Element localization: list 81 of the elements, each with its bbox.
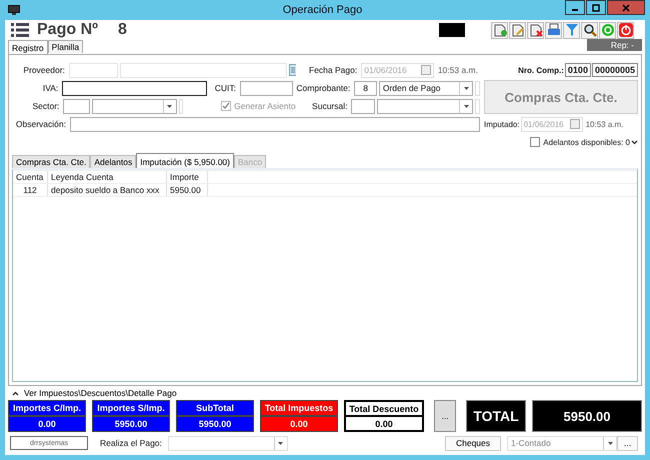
field-label: Comprobante: (295, 83, 350, 93)
menu-icon[interactable] (11, 23, 29, 37)
column-header[interactable]: Importe (167, 171, 208, 183)
input-field[interactable] (62, 80, 207, 96)
total-label: Total Impuestos (261, 401, 337, 417)
search-icon[interactable] (581, 22, 598, 38)
total-label: TOTAL (466, 400, 526, 432)
tab[interactable]: Planilla (48, 40, 84, 53)
field-label: Sector: (31, 101, 60, 111)
window-title: Operación Pago (282, 4, 364, 16)
field-label: Nro. Comp.: (518, 66, 564, 74)
close-icon (622, 4, 630, 12)
payment-method-dropdown[interactable]: 1-Contado (507, 436, 617, 450)
notes-field[interactable] (70, 116, 480, 132)
minimize-button[interactable] (565, 0, 585, 15)
voucher-number: 00000005 (592, 63, 638, 77)
table-cell: 5950.00 (167, 184, 208, 196)
delete-icon[interactable] (527, 22, 544, 38)
maximize-button[interactable] (586, 0, 606, 15)
time-field[interactable]: 10:53 a.m. (436, 65, 480, 75)
lookup-icon[interactable] (288, 64, 296, 76)
check-icon (222, 102, 230, 110)
total-label: SubTotal (177, 401, 253, 417)
calendar-icon[interactable] (570, 119, 580, 129)
power-icon[interactable] (617, 22, 634, 38)
more-button[interactable]: ... (434, 400, 456, 432)
table-cell: 112 (13, 184, 48, 196)
new-document-icon[interactable] (491, 22, 508, 38)
status-block (439, 23, 465, 37)
total-value: 5950.00 (114, 418, 148, 431)
cheques-button[interactable]: Cheques (445, 436, 501, 450)
field-label: IVA: (42, 83, 58, 93)
total-value: 0.00 (374, 418, 394, 430)
tab[interactable]: Adelantos (90, 155, 136, 168)
dropdown-arrow-icon (464, 86, 469, 90)
input-field[interactable] (240, 80, 294, 96)
total-label: Importes S/Imp. (93, 401, 169, 417)
total-label: Importes C/Imp. (9, 401, 85, 417)
field-label: CUIT: (214, 83, 236, 93)
rep-badge: Rep: - (586, 39, 642, 51)
monitor-icon (8, 5, 20, 15)
total-value: 5950.00 (198, 418, 232, 431)
chevron-down-icon[interactable] (631, 140, 638, 144)
input-field[interactable] (351, 98, 375, 114)
time-field[interactable]: 10:53 a.m. (584, 120, 626, 128)
total-value: 0.00 (289, 418, 309, 431)
dropdown-arrow-icon (464, 104, 469, 108)
tab[interactable]: Registro (8, 40, 48, 54)
total-value: 0.00 (37, 418, 57, 431)
voucher-dropdown[interactable]: Orden de Pago (378, 80, 474, 96)
details-expander[interactable]: Ver Impuestos\Descuentos\Detalle Pago (8, 386, 181, 400)
branch-dropdown[interactable] (376, 98, 474, 114)
voucher-prefix: 0100 (564, 63, 591, 77)
field-label: Fecha Pago: (308, 65, 358, 75)
tab[interactable]: Imputación ($ 5,950.00) (136, 153, 234, 168)
dropdown-arrow-icon (278, 442, 284, 444)
field-label: Realiza el Pago: (100, 438, 162, 448)
total-label: Total Descuento (346, 402, 422, 417)
field-label: Sucursal: (311, 101, 348, 111)
field-label: Imputado: (484, 120, 520, 128)
column-header[interactable]: Cuenta (13, 171, 48, 183)
close-button[interactable] (607, 0, 645, 15)
page-title: Pago Nº (37, 21, 98, 39)
edit-icon[interactable] (509, 22, 526, 38)
ellipsis-button[interactable]: ... (617, 436, 638, 450)
calendar-icon[interactable] (420, 65, 431, 75)
print-icon[interactable] (545, 22, 562, 38)
advances-checkbox[interactable]: Adelantos disponibles: 0 (530, 137, 630, 147)
chevron-up-icon (12, 390, 19, 396)
field-label: Proveedor: (22, 65, 65, 75)
maximize-icon (592, 4, 600, 12)
field-label: Observación: (14, 119, 66, 129)
dropdown-arrow-icon (167, 104, 172, 108)
tab[interactable]: Compras Cta. Cte. (12, 155, 90, 168)
input-field[interactable] (63, 98, 90, 114)
dropdown-arrow-icon (608, 442, 612, 444)
code-field[interactable]: 8 (354, 80, 377, 96)
column-header[interactable]: Leyenda Cuenta (48, 171, 167, 183)
total-amount: 5950.00 (532, 400, 642, 432)
payment-number: 8 (118, 21, 127, 39)
table-cell: deposito sueldo a Banco xxx (48, 184, 167, 196)
